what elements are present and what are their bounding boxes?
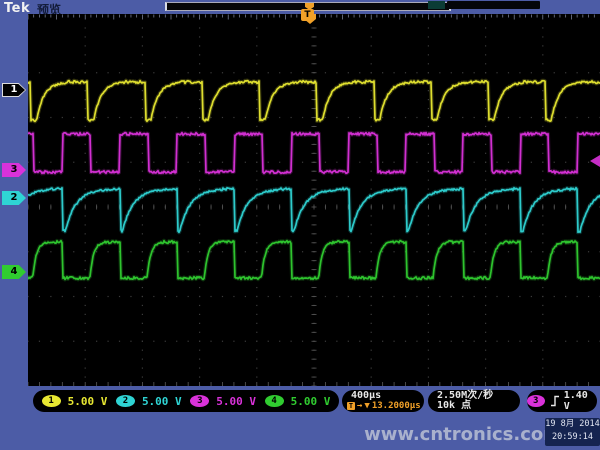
channel-3-scale: 5.00 V [216, 395, 256, 408]
trigger-source-badge: 3 [527, 395, 545, 407]
channel-4-readout[interactable]: 4 5.00 V [265, 395, 331, 408]
record-length: 10k 点 [437, 401, 520, 411]
channel-1-badge: 1 [42, 395, 61, 407]
datetime-display: 19 8月 2014 20:59:14 [545, 418, 600, 446]
channel-1-readout[interactable]: 1 5.00 V [42, 395, 108, 408]
ch1-trace [28, 81, 600, 122]
timebase-scale: 400µs [351, 391, 424, 401]
channel-2-badge: 2 [116, 395, 135, 407]
trigger-t-icon: T [347, 402, 355, 410]
header-readout-box [447, 1, 540, 9]
scope-screen [28, 14, 600, 386]
channel-1-marker-label: 1 [3, 84, 25, 96]
channel-1-scale: 5.00 V [68, 395, 108, 408]
trigger-delay-row: T→▼13.2000µs [347, 401, 424, 411]
channel-2-readout[interactable]: 2 5.00 V [116, 395, 182, 408]
watermark: www.cntronics.com [364, 424, 562, 445]
channel-3-readout[interactable]: 3 5.00 V [190, 395, 256, 408]
arrow-icon: → [357, 401, 362, 411]
channel-3-position-marker[interactable]: 3 [2, 163, 26, 177]
trigger-delay-value: 13.2000µs [372, 401, 421, 411]
run-status-box [428, 1, 445, 9]
waveform-display [28, 14, 600, 386]
triangle-down-icon: ▼ [364, 401, 369, 411]
timebase-readout[interactable]: 400µs T→▼13.2000µs [342, 390, 424, 412]
channel-2-position-marker[interactable]: 2 [2, 191, 26, 205]
trigger-indicator-flag[interactable]: T [301, 9, 314, 21]
rising-edge-icon [550, 395, 559, 407]
channel-scale-readouts[interactable]: 1 5.00 V 2 5.00 V 3 5.00 V 4 5.00 V [33, 390, 339, 412]
ch4-trace [28, 241, 600, 280]
time-value: 20:59:14 [545, 431, 600, 444]
channel-4-position-marker[interactable]: 4 [2, 265, 26, 279]
channel-2-scale: 5.00 V [142, 395, 182, 408]
channel-4-scale: 5.00 V [291, 395, 331, 408]
channel-3-badge: 3 [190, 395, 209, 407]
acquisition-readout[interactable]: 2.50M次/秒 10k 点 [428, 390, 520, 412]
channel-4-badge: 4 [265, 395, 284, 407]
trigger-readout[interactable]: 3 1.40 V [527, 390, 597, 412]
channel-1-position-marker[interactable]: 1 [2, 83, 26, 97]
trigger-level-value: 1.40 V [564, 390, 597, 412]
date-value: 19 8月 2014 [545, 418, 600, 431]
trigger-level-arrow[interactable] [590, 155, 600, 167]
tek-logo: Tek [4, 1, 30, 16]
